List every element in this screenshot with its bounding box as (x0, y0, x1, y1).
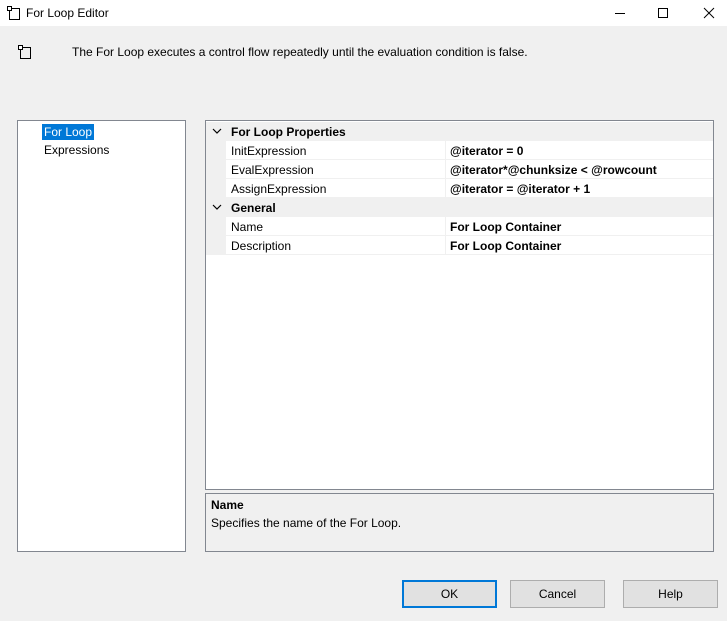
help-button[interactable]: Help (623, 580, 718, 608)
property-row-assignexpression[interactable]: AssignExpression @iterator = @iterator +… (206, 179, 713, 198)
property-value[interactable]: @iterator*@chunksize < @rowcount (450, 163, 657, 177)
close-icon (703, 7, 714, 19)
chevron-down-icon[interactable] (211, 201, 223, 213)
row-gutter (206, 236, 226, 255)
help-title: Name (211, 498, 244, 512)
property-name: Name (231, 220, 264, 234)
row-gutter (206, 217, 226, 236)
help-text: Specifies the name of the For Loop. (211, 516, 402, 530)
title-bar: For Loop Editor (0, 0, 727, 26)
page-list: For Loop Expressions (17, 120, 186, 552)
category-label: For Loop Properties (231, 125, 346, 139)
property-row-name[interactable]: Name For Loop Container (206, 217, 713, 236)
column-divider (445, 217, 446, 236)
category-for-loop-properties[interactable]: For Loop Properties (206, 122, 713, 141)
row-gutter (206, 141, 226, 160)
property-help-panel: Name Specifies the name of the For Loop. (205, 493, 714, 552)
ok-button[interactable]: OK (402, 580, 497, 608)
property-name: EvalExpression (231, 163, 314, 177)
property-value[interactable]: For Loop Container (450, 239, 561, 253)
for-loop-icon (7, 6, 20, 20)
chevron-down-icon[interactable] (211, 125, 223, 137)
property-row-description[interactable]: Description For Loop Container (206, 236, 713, 255)
property-grid: For Loop Properties InitExpression @iter… (205, 120, 714, 490)
column-divider (445, 236, 446, 255)
property-name: InitExpression (231, 144, 307, 158)
for-loop-icon (18, 45, 31, 59)
property-row-initexpression[interactable]: InitExpression @iterator = 0 (206, 141, 713, 160)
property-name: AssignExpression (231, 182, 327, 196)
property-value[interactable]: For Loop Container (450, 220, 561, 234)
dialog-description: The For Loop executes a control flow rep… (72, 45, 528, 59)
nav-item-for-loop[interactable]: For Loop (42, 124, 95, 140)
maximize-button[interactable] (640, 0, 685, 26)
cancel-button[interactable]: Cancel (510, 580, 605, 608)
property-value[interactable]: @iterator = @iterator + 1 (450, 182, 590, 196)
column-divider (445, 141, 446, 160)
row-gutter (206, 160, 226, 179)
close-button[interactable] (686, 0, 727, 26)
property-value[interactable]: @iterator = 0 (450, 144, 523, 158)
property-row-evalexpression[interactable]: EvalExpression @iterator*@chunksize < @r… (206, 160, 713, 179)
column-divider (445, 179, 446, 198)
minimize-icon (614, 13, 625, 14)
property-name: Description (231, 239, 292, 253)
category-general[interactable]: General (206, 198, 713, 217)
column-divider (445, 160, 446, 179)
maximize-icon (657, 8, 668, 18)
window-title: For Loop Editor (26, 6, 109, 20)
row-gutter (206, 179, 226, 198)
nav-item-expressions[interactable]: Expressions (42, 142, 111, 158)
minimize-button[interactable] (597, 0, 642, 26)
category-label: General (231, 201, 276, 215)
